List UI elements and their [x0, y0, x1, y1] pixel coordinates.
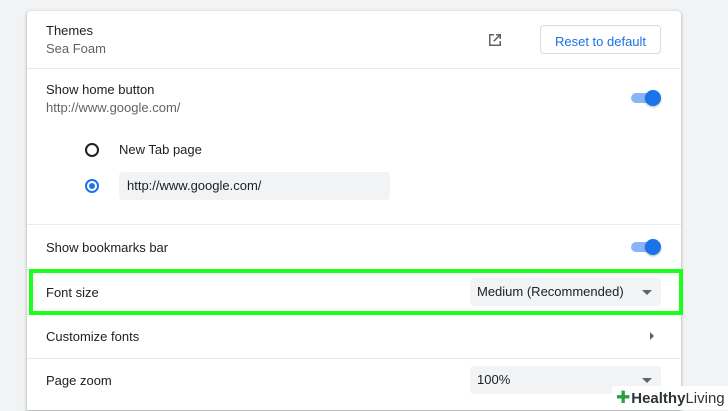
watermark-brand-b: Living [685, 390, 725, 407]
page-zoom-value: 100% [477, 372, 511, 387]
home-url-input[interactable] [119, 172, 390, 200]
divider [27, 224, 681, 225]
plus-logo-icon: ✚ [616, 388, 631, 407]
reset-to-default-button[interactable]: Reset to default [540, 25, 661, 54]
appearance-settings-card: Themes Sea Foam Reset to default Show ho… [27, 11, 681, 410]
themes-label: Themes [46, 23, 93, 38]
healthy-living-watermark: ✚HealthyLiving [612, 386, 728, 410]
watermark-brand-a: Healthy [631, 390, 686, 407]
divider [27, 358, 681, 359]
customize-fonts-label[interactable]: Customize fonts [46, 329, 139, 344]
open-in-new-icon[interactable] [486, 31, 504, 49]
toggle-knob [645, 90, 661, 106]
home-button-url: http://www.google.com/ [46, 100, 181, 115]
bookmarks-bar-label: Show bookmarks bar [46, 240, 169, 255]
divider [27, 68, 681, 69]
font-size-highlight-box [29, 269, 683, 315]
toggle-knob [645, 239, 661, 255]
home-button-label: Show home button [46, 82, 155, 97]
chevron-right-icon[interactable] [650, 332, 654, 340]
custom-url-radio[interactable] [85, 179, 99, 193]
chevron-down-icon [642, 378, 652, 383]
new-tab-page-radio[interactable] [85, 143, 99, 157]
themes-value: Sea Foam [46, 41, 106, 56]
new-tab-page-label: New Tab page [119, 142, 202, 157]
page-zoom-label: Page zoom [46, 373, 112, 388]
bookmarks-bar-toggle[interactable] [629, 239, 661, 255]
home-button-toggle[interactable] [629, 90, 661, 106]
